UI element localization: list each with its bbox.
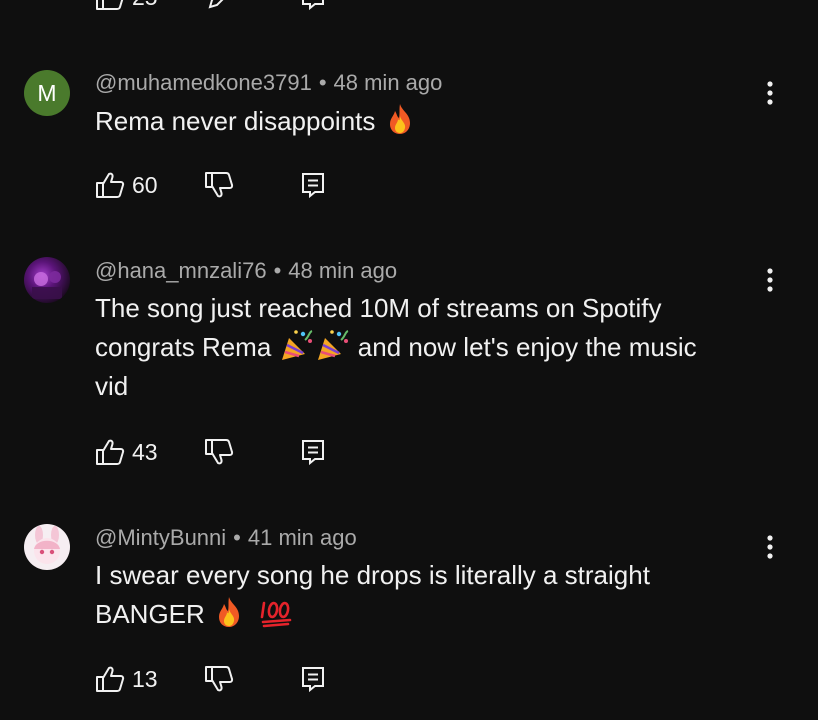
reply-icon — [302, 173, 324, 199]
reply-icon — [302, 667, 324, 693]
comment-meta: @MintyBunni • 41 min ago — [95, 525, 357, 551]
avatar-image — [32, 271, 62, 299]
party-popper-emoji-icon — [317, 330, 349, 360]
comment-text-line: BANGER — [95, 595, 775, 634]
comment-actions: 60 — [95, 170, 326, 200]
more-vertical-icon — [767, 81, 773, 105]
meta-separator: • — [318, 70, 327, 95]
like-button[interactable]: 25 — [95, 0, 192, 12]
comment-actions: 13 — [95, 664, 326, 694]
comment-text-line: I swear every song he drops is literally… — [95, 560, 650, 590]
dislike-button[interactable] — [204, 170, 234, 200]
avatar-image — [34, 526, 60, 564]
reply-button[interactable] — [300, 170, 326, 200]
comment-text-segment: BANGER — [95, 599, 205, 629]
comment-time[interactable]: 48 min ago — [288, 258, 397, 283]
avatar[interactable] — [24, 257, 70, 303]
comment-meta: @hana_mnzali76 • 48 min ago — [95, 258, 397, 284]
reply-icon — [302, 440, 324, 466]
avatar[interactable]: M — [24, 70, 70, 116]
reply-icon — [302, 0, 324, 11]
thumbs-down-icon — [205, 666, 234, 692]
previous-comment-actions: 25 — [95, 0, 326, 12]
comment-time[interactable]: 48 min ago — [334, 70, 443, 95]
thumbs-up-icon — [96, 0, 124, 10]
reply-button[interactable] — [300, 437, 326, 467]
comment-actions: 43 — [95, 437, 326, 467]
comment-text: The song just reached 10M of streams on … — [95, 289, 775, 406]
comment-time[interactable]: 41 min ago — [248, 525, 357, 550]
like-button[interactable]: 43 — [95, 437, 192, 467]
comment-text-body: Rema never disappoints — [95, 106, 376, 136]
fire-emoji-icon — [389, 104, 410, 134]
more-options-button[interactable] — [756, 532, 784, 562]
comment-author[interactable]: @MintyBunni — [95, 525, 226, 550]
more-options-button[interactable] — [756, 78, 784, 108]
party-popper-emoji-icon — [281, 330, 313, 360]
comment-text: I swear every song he drops is literally… — [95, 556, 775, 634]
hundred-points-emoji-icon — [260, 601, 292, 628]
thumbs-up-icon — [96, 666, 125, 692]
like-count: 13 — [132, 665, 158, 692]
thumbs-down-icon — [205, 439, 234, 465]
more-vertical-icon — [767, 535, 773, 559]
comment-text-line: congrats Rema and now let's enjoy the mu… — [95, 328, 775, 367]
comment-text-segment: congrats Rema — [95, 332, 272, 362]
like-count: 60 — [132, 171, 158, 198]
meta-separator: • — [233, 525, 241, 550]
fire-emoji-icon — [219, 597, 240, 627]
thumbs-up-icon — [96, 172, 125, 198]
like-count: 43 — [132, 438, 158, 465]
meta-separator: • — [273, 258, 282, 283]
avatar-letter: M — [37, 79, 57, 106]
dislike-button[interactable] — [204, 664, 234, 694]
more-options-button[interactable] — [756, 265, 784, 295]
comment-meta: @muhamedkone3791 • 48 min ago — [95, 70, 442, 96]
comment-author[interactable]: @hana_mnzali76 — [95, 258, 267, 283]
avatar[interactable] — [24, 524, 70, 570]
pencil-icon — [208, 0, 224, 9]
comment-text-line: vid — [95, 371, 129, 401]
comments-page: 25 M @muhamedkone3791•48 min ago Rema ne… — [0, 0, 818, 720]
reply-button[interactable] — [300, 0, 326, 12]
reply-button[interactable] — [300, 664, 326, 694]
like-count: 25 — [132, 0, 192, 11]
comment-text-line: The song just reached 10M of streams on … — [95, 293, 662, 323]
thumbs-down-icon — [205, 172, 234, 198]
comment-text: Rema never disappoints — [95, 102, 775, 141]
more-vertical-icon — [767, 268, 773, 292]
like-button[interactable]: 60 — [95, 170, 192, 200]
like-button[interactable]: 13 — [95, 664, 192, 694]
comment-author[interactable]: @muhamedkone3791 — [95, 70, 312, 95]
comment-text-segment: and now let's enjoy the music — [357, 332, 697, 362]
dislike-button[interactable] — [204, 437, 234, 467]
thumbs-up-icon — [96, 439, 125, 465]
edit-icon-partial[interactable] — [204, 0, 234, 12]
